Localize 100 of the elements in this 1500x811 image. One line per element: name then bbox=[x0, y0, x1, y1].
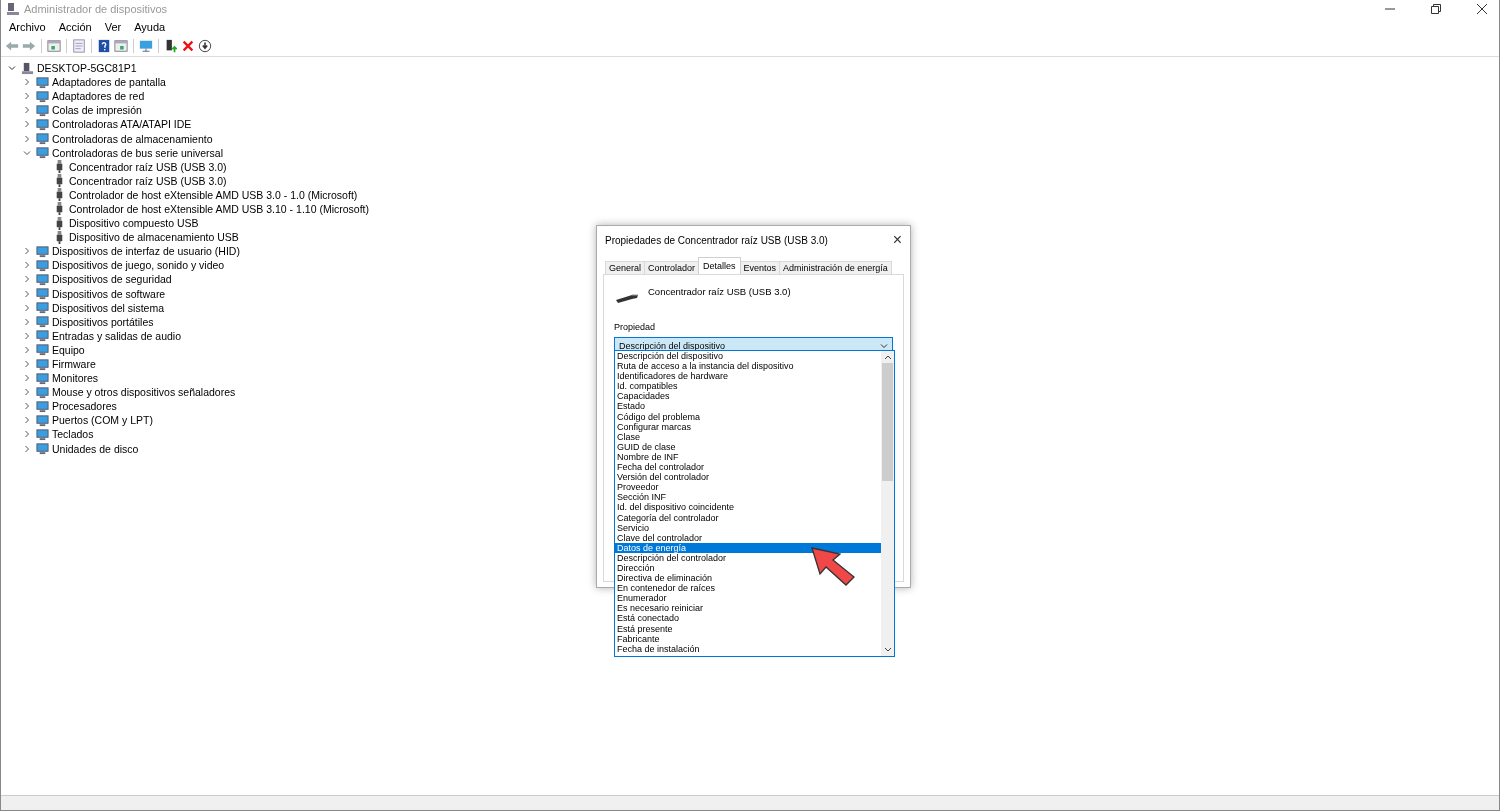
dropdown-option[interactable]: Categoría del controlador bbox=[615, 512, 881, 523]
dropdown-option[interactable]: Fecha del controlador bbox=[615, 462, 881, 473]
tree-item[interactable]: Concentrador raíz USB (USB 3.0) bbox=[69, 160, 227, 173]
tree-item[interactable]: Controladoras de almacenamiento bbox=[52, 132, 213, 145]
dropdown-option[interactable]: Descripción del dispositivo bbox=[615, 351, 881, 362]
tree-item[interactable]: Adaptadores de pantalla bbox=[52, 76, 166, 89]
dropdown-option[interactable]: Está conectado bbox=[615, 613, 881, 624]
tree-item[interactable]: Dispositivos de seguridad bbox=[52, 273, 172, 286]
tree-item[interactable]: Controlador de host eXtensible AMD USB 3.0 - 1.0 (Microsoft) bbox=[69, 188, 358, 201]
monitor-icon[interactable] bbox=[139, 39, 153, 53]
computer-icon bbox=[6, 2, 20, 16]
dropdown-option[interactable]: Directiva de eliminación bbox=[615, 573, 881, 584]
device-icon bbox=[36, 357, 49, 371]
device-icon bbox=[36, 75, 49, 89]
menu-item[interactable]: Archivo bbox=[9, 21, 46, 33]
dropdown-option[interactable]: Es necesario reiniciar bbox=[615, 603, 881, 614]
device-icon bbox=[36, 315, 49, 329]
dropdown-option[interactable]: Fabricante bbox=[615, 633, 881, 644]
scrollbar[interactable] bbox=[881, 351, 894, 656]
tree-item[interactable]: Entradas y salidas de audio bbox=[52, 329, 181, 342]
dropdown-option[interactable]: Id. del dispositivo coincidente bbox=[615, 502, 881, 513]
tab[interactable]: Detalles bbox=[698, 257, 741, 274]
scroll-down-icon[interactable] bbox=[883, 647, 892, 653]
dropdown-option[interactable]: Clave del controlador bbox=[615, 532, 881, 543]
dropdown-option[interactable]: Código del problema bbox=[615, 411, 881, 422]
tree-item[interactable]: Monitores bbox=[52, 372, 99, 385]
dropdown-option[interactable]: Dirección bbox=[615, 562, 881, 574]
delete-icon[interactable] bbox=[181, 39, 195, 53]
dropdown-option[interactable]: Descripción del controlador bbox=[615, 552, 881, 563]
dropdown-option[interactable]: Identificadores de hardware bbox=[615, 371, 881, 382]
tree-item[interactable]: Dispositivos de software bbox=[52, 287, 166, 300]
tree-item[interactable]: Unidades de disco bbox=[52, 442, 139, 455]
caret-icon[interactable] bbox=[880, 341, 888, 350]
tree-item[interactable]: Dispositivos de interfaz de usuario (HID) bbox=[52, 245, 240, 258]
property-label: Propiedad bbox=[614, 322, 657, 332]
menu-item[interactable]: Ayuda bbox=[134, 21, 166, 33]
dropdown-option[interactable]: Capacidades bbox=[615, 391, 881, 402]
dropdown-option[interactable]: Está presente bbox=[615, 623, 881, 634]
tree-item[interactable]: DESKTOP-5GC81P1 bbox=[37, 62, 137, 75]
add-driver-icon[interactable] bbox=[164, 39, 178, 53]
tree-item[interactable]: Equipo bbox=[52, 343, 85, 356]
dropdown-option[interactable]: Enumerador bbox=[615, 593, 881, 604]
device-icon bbox=[36, 413, 49, 427]
help-icon[interactable] bbox=[97, 39, 111, 53]
scroll-up-icon[interactable] bbox=[883, 354, 892, 360]
properties-icon[interactable] bbox=[72, 39, 86, 53]
close-icon[interactable] bbox=[1477, 4, 1487, 14]
dropdown-option[interactable]: Versión del controlador bbox=[615, 472, 881, 483]
dialog-title: Propiedades de Concentrador raíz USB (USB 3.0) bbox=[605, 234, 828, 246]
device-icon bbox=[36, 272, 49, 286]
menu-item[interactable]: Acción bbox=[58, 21, 92, 33]
device-name: Concentrador raíz USB (USB 3.0) bbox=[648, 286, 791, 297]
tree-item[interactable]: Dispositivos portátiles bbox=[52, 315, 154, 328]
close-button[interactable]: × bbox=[892, 232, 902, 248]
tree-item[interactable]: Dispositivo de almacenamiento USB bbox=[69, 231, 239, 244]
tree-item[interactable]: Firmware bbox=[52, 358, 96, 370]
tree-item[interactable]: Procesadores bbox=[52, 400, 117, 413]
back-arrow-icon[interactable] bbox=[5, 39, 19, 53]
pointer-arrow-icon bbox=[810, 545, 856, 587]
device-icon bbox=[36, 399, 49, 413]
forward-arrow-icon[interactable] bbox=[22, 39, 36, 53]
tree-item[interactable]: Controladoras ATA/ATAPI IDE bbox=[52, 118, 192, 131]
usb-cable-icon bbox=[614, 292, 640, 304]
tree-item[interactable]: Adaptadores de red bbox=[52, 90, 145, 103]
dropdown-option[interactable]: Clase bbox=[615, 431, 881, 442]
tree-item[interactable]: Colas de impresión bbox=[52, 104, 142, 117]
dropdown-option[interactable]: En contenedor de raíces bbox=[615, 583, 881, 594]
tab[interactable]: Controlador bbox=[644, 261, 700, 274]
menu-item[interactable]: Ver bbox=[104, 21, 122, 33]
tree-item[interactable]: Controladoras de bus serie universal bbox=[52, 146, 223, 159]
tree-item[interactable]: Dispositivos de juego, sonido y video bbox=[52, 259, 225, 272]
window-panel-icon[interactable] bbox=[47, 39, 61, 53]
tree-item[interactable]: Mouse y otros dispositivos señaladores bbox=[52, 386, 236, 399]
dropdown-option[interactable]: Ruta de acceso a la instancia del dispositivo bbox=[615, 361, 881, 372]
tree-item[interactable]: Concentrador raíz USB (USB 3.0) bbox=[69, 174, 227, 187]
tree-item[interactable]: Puertos (COM y LPT) bbox=[52, 414, 153, 427]
restore-icon[interactable] bbox=[1431, 4, 1441, 14]
dropdown-option[interactable]: GUID de clase bbox=[615, 441, 881, 452]
download-icon[interactable] bbox=[198, 39, 212, 53]
device-icon bbox=[36, 132, 49, 145]
dropdown-option[interactable]: Fecha de instalación bbox=[615, 643, 881, 654]
tab[interactable]: Administración de energía bbox=[779, 261, 892, 274]
dropdown-option[interactable]: Datos de energía bbox=[615, 542, 881, 553]
dropdown-option[interactable]: Sección INF bbox=[615, 492, 881, 503]
dropdown-option[interactable]: Nombre de INF bbox=[615, 451, 881, 463]
tree-item[interactable]: Dispositivos del sistema bbox=[52, 301, 165, 314]
dropdown-option[interactable]: Proveedor bbox=[615, 482, 881, 493]
dropdown-option[interactable]: Estado bbox=[615, 401, 881, 412]
dropdown-option[interactable]: Configurar marcas bbox=[615, 421, 881, 432]
dropdown-option[interactable]: Id. compatibles bbox=[615, 381, 881, 392]
device-icon bbox=[36, 371, 49, 385]
device-icon bbox=[36, 117, 49, 131]
tree-item[interactable]: Controlador de host eXtensible AMD USB 3.10 - 1.10 (Microsoft) bbox=[69, 203, 369, 215]
dropdown-option[interactable]: Servicio bbox=[615, 522, 881, 533]
tab[interactable]: General bbox=[605, 261, 646, 274]
device-icon bbox=[36, 146, 49, 160]
tree-item[interactable]: Dispositivo compuesto USB bbox=[69, 217, 199, 230]
device-icon bbox=[36, 244, 49, 258]
device-icon bbox=[36, 301, 49, 315]
tree-item[interactable]: Teclados bbox=[52, 428, 94, 441]
